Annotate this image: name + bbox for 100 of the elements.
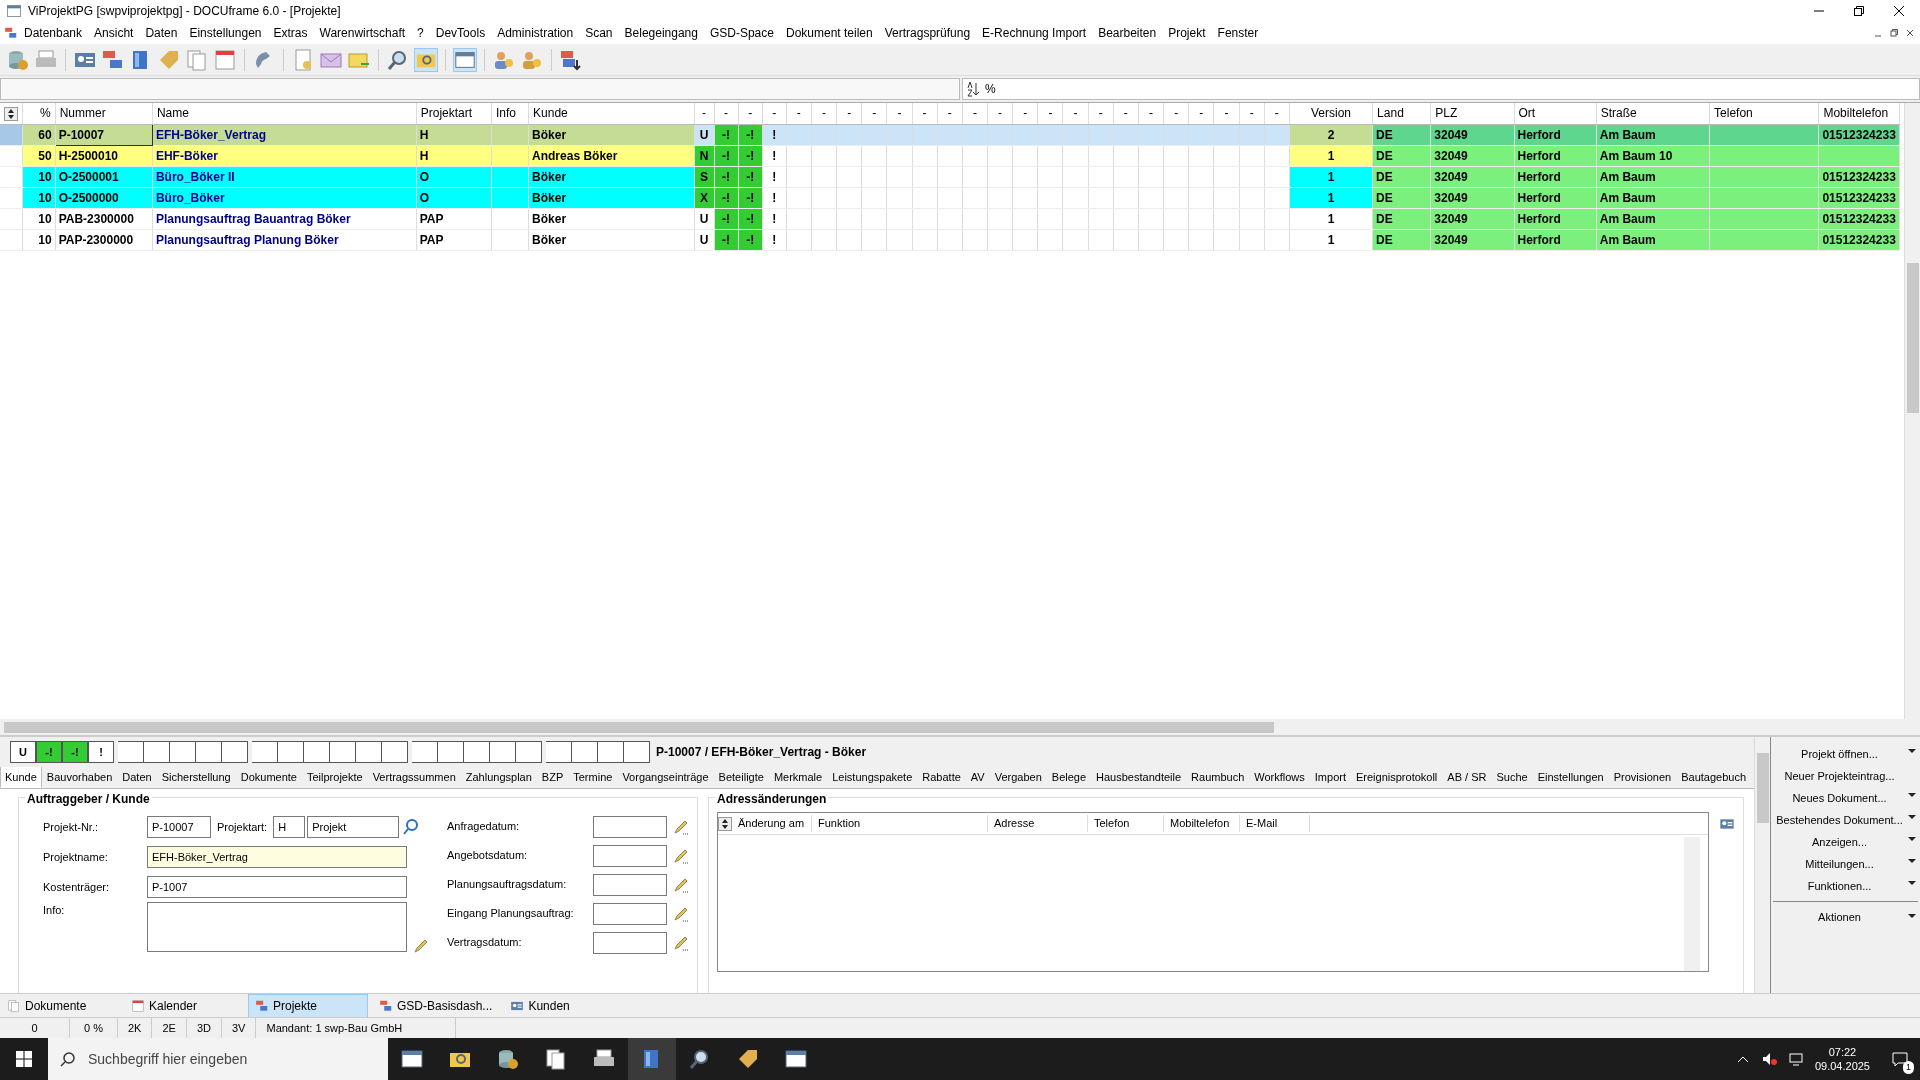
menu-item[interactable]: Datenbank xyxy=(18,24,89,42)
sort-icon[interactable] xyxy=(718,816,732,831)
menu-item[interactable]: Fenster xyxy=(1211,24,1265,42)
column-header[interactable]: Version xyxy=(1289,103,1373,124)
tab[interactable]: Teilprojekte xyxy=(302,767,368,788)
column-header[interactable]: Telefon xyxy=(1088,815,1164,832)
nav-tab[interactable]: Kunden xyxy=(503,993,624,1018)
task-view-icon[interactable] xyxy=(400,1047,424,1071)
tab[interactable]: Daten xyxy=(117,767,157,788)
column-header[interactable]: - xyxy=(1012,103,1038,124)
column-header[interactable]: Ort xyxy=(1514,103,1597,124)
column-header[interactable]: Info xyxy=(491,103,529,124)
restore-icon[interactable] xyxy=(1890,29,1898,37)
tab[interactable]: Kunde xyxy=(0,767,42,788)
nav-tab[interactable]: Kalender xyxy=(124,993,244,1018)
menu-item[interactable]: Bearbeiten xyxy=(1092,24,1163,42)
close-icon[interactable] xyxy=(1894,6,1904,16)
menu-item[interactable]: Ansicht xyxy=(88,24,140,42)
sort-filter-field[interactable]: % xyxy=(962,78,1920,100)
column-header[interactable]: - xyxy=(962,103,988,124)
menu-item[interactable]: Administration xyxy=(491,24,580,42)
speaker-icon[interactable] xyxy=(1760,1051,1777,1067)
menu-item[interactable]: Scan xyxy=(579,24,619,42)
menu-item[interactable]: Belegeingang xyxy=(618,24,704,42)
column-header[interactable]: Mobiltelefon xyxy=(1164,815,1240,832)
column-header[interactable]: Adresse xyxy=(988,815,1088,832)
column-header[interactable]: % xyxy=(22,103,56,124)
date-field[interactable] xyxy=(593,931,667,954)
tab[interactable]: Bauvorhaben xyxy=(41,767,118,788)
column-header[interactable]: Straße xyxy=(1596,103,1710,124)
row-marker[interactable] xyxy=(0,124,23,145)
filter-field[interactable] xyxy=(0,78,960,100)
tab[interactable]: Suche xyxy=(1491,767,1533,788)
sort-icon[interactable] xyxy=(4,107,18,122)
tab[interactable]: Zahlungsplan xyxy=(460,767,537,788)
column-header[interactable]: - xyxy=(1239,103,1265,124)
start-icon[interactable] xyxy=(16,1051,32,1067)
column-header[interactable]: - xyxy=(786,103,812,124)
menu-item[interactable]: Vertragsprüfung xyxy=(878,24,977,42)
contact-card-icon[interactable] xyxy=(1719,816,1735,832)
tab[interactable]: Merkmale xyxy=(768,767,828,788)
column-header[interactable]: - xyxy=(886,103,913,124)
sort-icon[interactable] xyxy=(967,81,981,97)
monitor-icon[interactable] xyxy=(1788,1051,1805,1067)
column-header[interactable]: - xyxy=(694,103,715,124)
pencil-icon[interactable] xyxy=(413,938,429,954)
tab[interactable]: Einstellungen xyxy=(1532,767,1609,788)
nav-tab[interactable]: GSD-Basisdash... xyxy=(372,993,500,1018)
action-button[interactable]: Funktionen... xyxy=(1771,875,1920,897)
column-header[interactable]: - xyxy=(1113,103,1139,124)
column-header[interactable]: Nummer xyxy=(55,103,153,124)
tab[interactable]: Belege xyxy=(1046,767,1092,788)
column-header[interactable]: PLZ xyxy=(1430,103,1514,124)
menu-item[interactable]: Extras xyxy=(267,24,314,42)
action-button[interactable]: Neuer Projekteintrag... xyxy=(1771,765,1920,787)
column-header[interactable]: Änderung am xyxy=(732,815,812,832)
vertical-scrollbar[interactable] xyxy=(1904,103,1920,719)
column-header[interactable]: - xyxy=(1213,103,1240,124)
tab[interactable]: Workflows xyxy=(1249,767,1310,788)
column-header[interactable]: - xyxy=(1264,103,1290,124)
tab[interactable]: Ereignisprotokoll xyxy=(1351,767,1443,788)
input-field[interactable]: Projekt xyxy=(307,816,400,838)
tab[interactable]: BZP xyxy=(536,767,569,788)
tab[interactable]: Provisionen xyxy=(1608,767,1677,788)
action-button[interactable]: Neues Dokument... xyxy=(1771,787,1920,809)
column-header[interactable]: - xyxy=(1188,103,1214,124)
search-field[interactable]: Suchbegriff hier eingeben xyxy=(48,1038,388,1080)
date-field[interactable] xyxy=(593,873,667,896)
tab[interactable]: Rabatte xyxy=(917,767,966,788)
tab[interactable]: Leistungspakete xyxy=(827,767,918,788)
tab[interactable]: Termine xyxy=(568,767,618,788)
text-area[interactable] xyxy=(147,902,407,952)
pencil-icon[interactable] xyxy=(673,847,689,864)
column-header[interactable]: Kunde xyxy=(528,103,694,124)
column-header[interactable]: - xyxy=(1088,103,1114,124)
restore-icon[interactable] xyxy=(1854,6,1864,16)
date-field[interactable] xyxy=(593,815,667,838)
menu-item[interactable]: ? xyxy=(411,24,430,42)
column-header[interactable]: Projektart xyxy=(416,103,492,124)
horizontal-scrollbar[interactable] xyxy=(0,719,1920,735)
calendar-icon[interactable] xyxy=(213,47,237,72)
input-field[interactable]: P-1007 xyxy=(147,876,407,898)
tab[interactable]: Sicherstellung xyxy=(156,767,236,788)
folder-icon[interactable] xyxy=(414,47,438,72)
column-header[interactable]: - xyxy=(1037,103,1063,124)
column-header[interactable]: Mobiltelefon xyxy=(1818,103,1900,124)
actions-button[interactable]: Aktionen xyxy=(1771,908,1920,926)
vertical-scrollbar[interactable] xyxy=(1754,737,1770,993)
pencil-icon[interactable] xyxy=(673,934,689,951)
column-header[interactable]: - xyxy=(762,103,787,124)
column-header[interactable]: - xyxy=(987,103,1013,124)
tab[interactable]: Dokumente xyxy=(235,767,302,788)
pencil-icon[interactable] xyxy=(673,905,689,922)
menu-item[interactable]: Daten xyxy=(139,24,184,42)
column-header[interactable]: Land xyxy=(1372,103,1431,124)
menu-item[interactable]: E-Rechnung Import xyxy=(976,24,1093,42)
date-field[interactable] xyxy=(593,902,667,925)
action-button[interactable]: Mitteilungen... xyxy=(1771,853,1920,875)
tab[interactable]: Beteiligte xyxy=(713,767,769,788)
column-header[interactable]: - xyxy=(836,103,862,124)
